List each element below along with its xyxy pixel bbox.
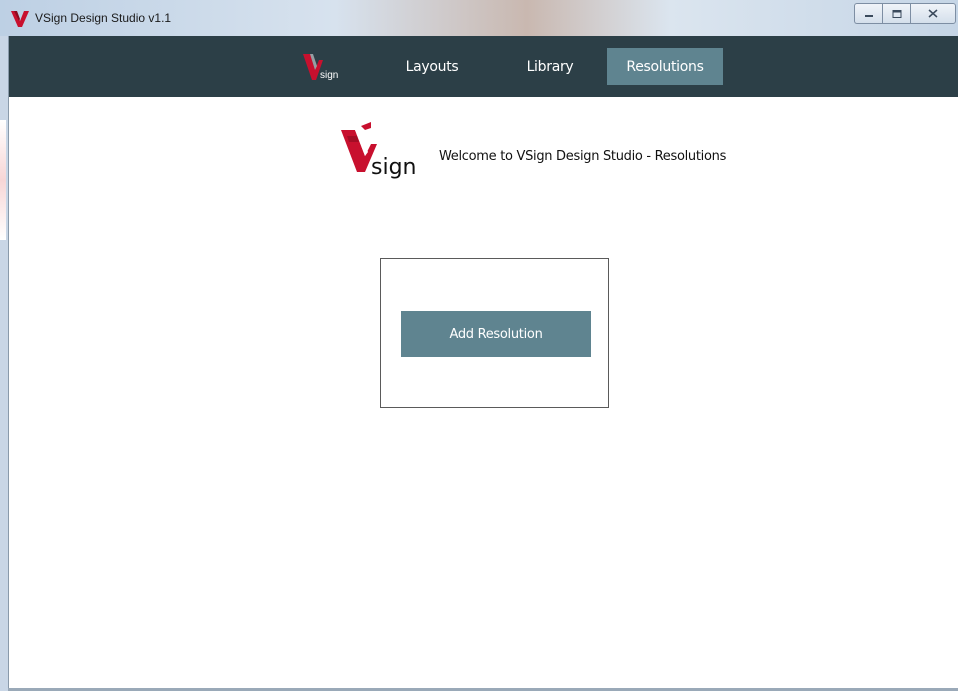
title-bar[interactable]: VSign Design Studio v1.1: [0, 0, 958, 36]
app-logo-icon: [11, 11, 29, 27]
left-edge-accent: [0, 120, 6, 240]
nav-tab-library[interactable]: Library: [515, 48, 585, 85]
nav-vsign-logo[interactable]: sign: [301, 52, 343, 82]
welcome-text: Welcome to VSign Design Studio - Resolut…: [439, 149, 727, 164]
nav-tab-resolutions[interactable]: Resolutions: [607, 48, 723, 85]
add-resolution-button[interactable]: Add Resolution: [401, 311, 591, 357]
app-window: VSign Design Studio v1.1 sign Layouts Li…: [0, 0, 958, 691]
vsign-logo-icon: sign: [303, 54, 338, 81]
close-icon[interactable]: [910, 3, 956, 24]
add-resolution-panel: Add Resolution: [380, 258, 609, 408]
client-area: sign Layouts Library Resolutions sign We…: [8, 36, 958, 689]
hero-logo-text: sign: [371, 155, 416, 180]
window-controls: [854, 3, 956, 24]
vsign-logo-large-icon: sign: [341, 122, 416, 180]
nav-logo-text: sign: [320, 70, 338, 81]
nav-tab-layouts[interactable]: Layouts: [397, 48, 467, 85]
top-navbar: sign Layouts Library Resolutions: [9, 36, 958, 97]
maximize-icon[interactable]: [882, 3, 910, 24]
minimize-icon[interactable]: [854, 3, 882, 24]
vsign-hero-logo: sign: [337, 122, 417, 180]
window-title: VSign Design Studio v1.1: [35, 11, 172, 25]
